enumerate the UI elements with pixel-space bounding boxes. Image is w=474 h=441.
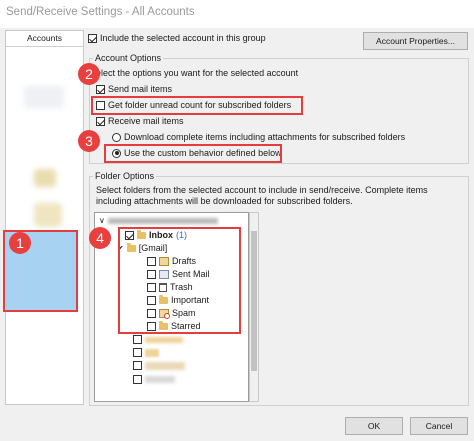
send-mail-label: Send mail items (108, 84, 173, 94)
tree-root-row[interactable]: ∨ (99, 216, 218, 225)
account-item[interactable] (34, 203, 62, 227)
include-account-label: Include the selected account in this gro… (100, 33, 266, 43)
annotation-box-folders (118, 227, 241, 334)
step-badge-1: 1 (9, 232, 31, 254)
send-mail-checkbox[interactable] (96, 84, 105, 94)
step-badge-3: 3 (78, 130, 100, 152)
collapse-icon[interactable]: ∨ (99, 216, 105, 225)
account-properties-button[interactable]: Account Properties... (363, 32, 468, 50)
download-complete-label: Download complete items including attach… (124, 132, 406, 142)
blurred-item-checkbox[interactable] (133, 348, 142, 357)
tree-item-blurred[interactable] (133, 335, 183, 344)
tree-item-blurred[interactable] (133, 348, 159, 357)
tree-item-blurred[interactable] (133, 361, 185, 370)
scrollbar-thumb[interactable] (251, 231, 257, 371)
account-item[interactable] (24, 86, 64, 108)
step-badge-2: 2 (78, 63, 100, 85)
blurred-folder-name (145, 336, 183, 343)
annotation-box-custom (104, 144, 282, 163)
window-title: Send/Receive Settings - All Accounts (6, 6, 195, 18)
receive-mail-label: Receive mail items (108, 116, 184, 126)
account-options-instruction: elect the options you want for the selec… (96, 68, 299, 78)
account-name-blurred (107, 217, 218, 224)
download-complete-radio[interactable] (112, 132, 121, 142)
download-complete-row[interactable]: Download complete items including attach… (112, 132, 405, 142)
receive-mail-checkbox[interactable] (96, 116, 105, 126)
step-badge-4: 4 (89, 227, 111, 249)
blurred-folder-name (145, 361, 185, 370)
blurred-folder-name (145, 376, 175, 383)
accounts-header: Accounts (6, 31, 83, 47)
receive-mail-row[interactable]: Receive mail items (96, 116, 184, 126)
blurred-item-checkbox[interactable] (133, 375, 142, 384)
cancel-button[interactable]: Cancel (410, 417, 468, 435)
tree-item-blurred[interactable] (133, 375, 175, 384)
ok-button[interactable]: OK (345, 417, 403, 435)
send-receive-settings-dialog: Send/Receive Settings - All Accounts Acc… (0, 0, 474, 441)
folder-options-description: Select folders from the selected account… (96, 185, 428, 206)
account-item[interactable] (34, 169, 56, 187)
title-bar: Send/Receive Settings - All Accounts (0, 0, 474, 28)
annotation-box-unread (91, 96, 303, 115)
account-options-legend: Account Options (93, 53, 164, 63)
send-mail-row[interactable]: Send mail items (96, 84, 172, 94)
include-account-checkbox[interactable] (88, 33, 97, 43)
blurred-item-checkbox[interactable] (133, 361, 142, 370)
accounts-list[interactable]: Accounts (5, 30, 84, 405)
folder-tree-scrollbar[interactable] (249, 212, 259, 402)
folder-options-legend: Folder Options (93, 171, 157, 181)
include-account-checkbox-row[interactable]: Include the selected account in this gro… (88, 33, 266, 43)
blurred-folder-name (145, 348, 159, 357)
dialog-footer: OK Cancel (0, 412, 474, 441)
blurred-item-checkbox[interactable] (133, 335, 142, 344)
